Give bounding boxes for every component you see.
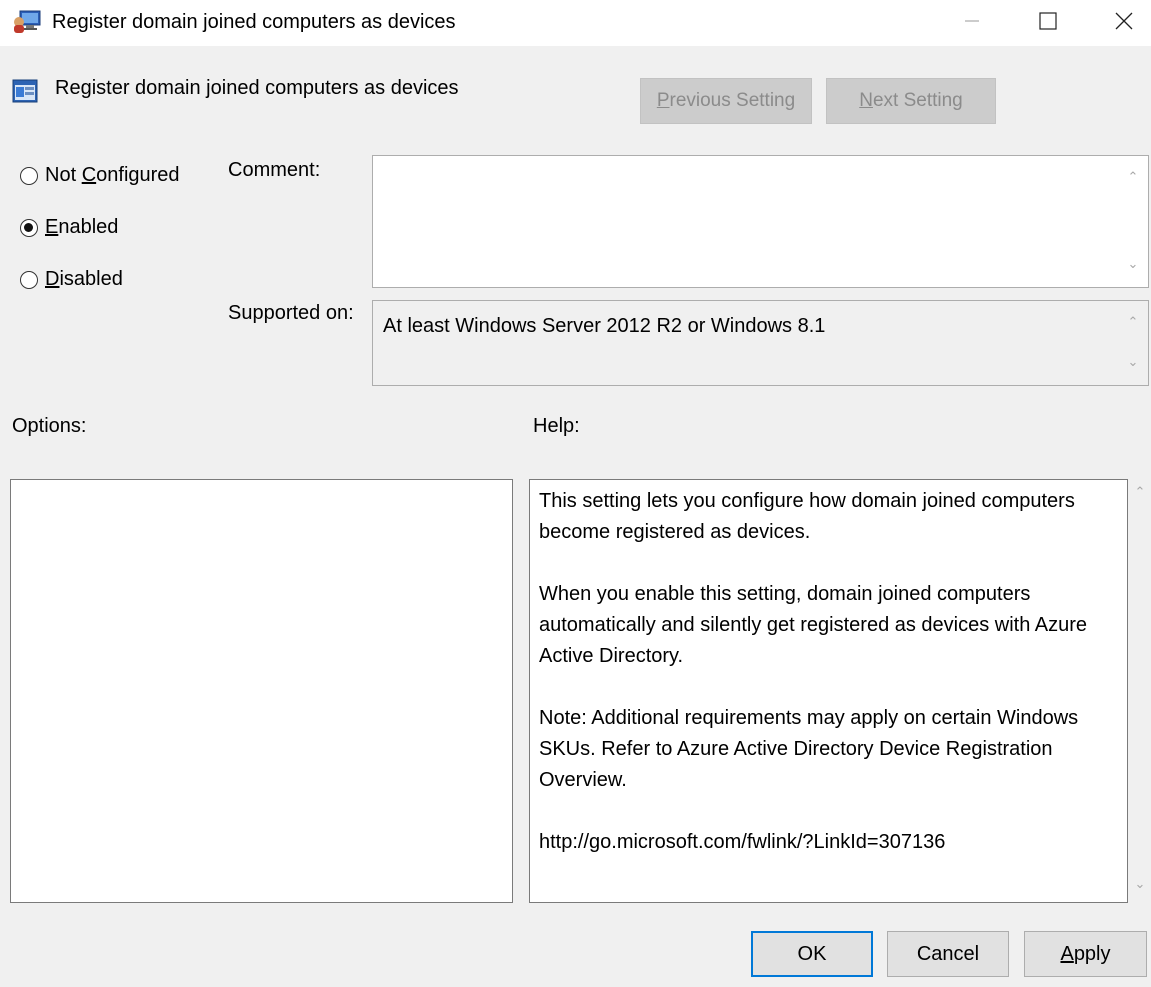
help-paragraph: When you enable this setting, domain joi… [539, 583, 1088, 667]
help-panel[interactable]: This setting lets you configure how doma… [529, 479, 1128, 903]
apply-label: pply [1073, 942, 1111, 965]
comment-label: Comment: [228, 159, 321, 181]
scroll-up-arrow-icon[interactable]: ⌃ [1126, 315, 1140, 329]
options-panel [10, 479, 513, 903]
scroll-down-arrow-icon[interactable]: ⌄ [1126, 257, 1140, 271]
cancel-button[interactable]: Cancel [887, 931, 1009, 977]
maximize-button[interactable] [1018, 0, 1078, 46]
supported-on-field: At least Windows Server 2012 R2 or Windo… [372, 300, 1149, 386]
previous-setting-accel: P [656, 90, 670, 111]
radio-label-not-configured: Not Configured [45, 164, 180, 186]
scroll-up-arrow-icon[interactable]: ⌃ [1133, 485, 1147, 499]
next-setting-accel: N [859, 90, 873, 111]
help-paragraph: This setting lets you configure how doma… [539, 490, 1075, 543]
apply-button[interactable]: Apply [1024, 931, 1147, 977]
next-setting-label: ext Setting [872, 90, 963, 111]
radio-circle [20, 270, 38, 289]
close-button[interactable] [1094, 0, 1151, 46]
group-policy-computer-icon [12, 8, 42, 34]
help-link: http://go.microsoft.com/fwlink/?LinkId=3… [539, 831, 946, 853]
help-scrollbar[interactable]: ⌃ ⌄ [1130, 479, 1150, 903]
close-icon [1114, 11, 1134, 36]
supported-on-label: Supported on: [228, 302, 354, 324]
next-setting-button[interactable]: Next Setting [826, 78, 996, 124]
radio-label-enabled: Enabled [45, 216, 119, 238]
help-label: Help: [533, 415, 580, 437]
minimize-icon [964, 13, 980, 34]
policy-title: Register domain joined computers as devi… [55, 77, 459, 99]
radio-circle-checked [20, 218, 38, 237]
radio-circle [20, 166, 38, 185]
scroll-down-arrow-icon[interactable]: ⌄ [1126, 355, 1140, 369]
radio-label-disabled: Disabled [45, 268, 123, 290]
radio-not-configured[interactable]: Not Configured [20, 164, 180, 187]
previous-setting-label: revious Setting [669, 90, 796, 111]
window-title: Register domain joined computers as devi… [52, 11, 456, 33]
comment-textarea[interactable]: ⌃ ⌄ [372, 155, 1149, 288]
previous-setting-button[interactable]: Previous Setting [640, 78, 812, 124]
minimize-button[interactable] [942, 0, 1002, 46]
radio-disabled[interactable]: Disabled [20, 268, 123, 291]
maximize-icon [1038, 11, 1058, 36]
scroll-down-arrow-icon[interactable]: ⌄ [1133, 877, 1147, 891]
help-text: This setting lets you configure how doma… [539, 486, 1109, 889]
options-label: Options: [12, 415, 87, 437]
apply-accel: A [1060, 942, 1074, 965]
supported-on-value: At least Windows Server 2012 R2 or Windo… [383, 315, 826, 337]
scroll-up-arrow-icon[interactable]: ⌃ [1126, 170, 1140, 184]
ok-button[interactable]: OK [751, 931, 873, 977]
policy-setting-icon [12, 78, 38, 104]
radio-enabled[interactable]: Enabled [20, 216, 118, 239]
help-paragraph: Note: Additional requirements may apply … [539, 707, 1079, 791]
